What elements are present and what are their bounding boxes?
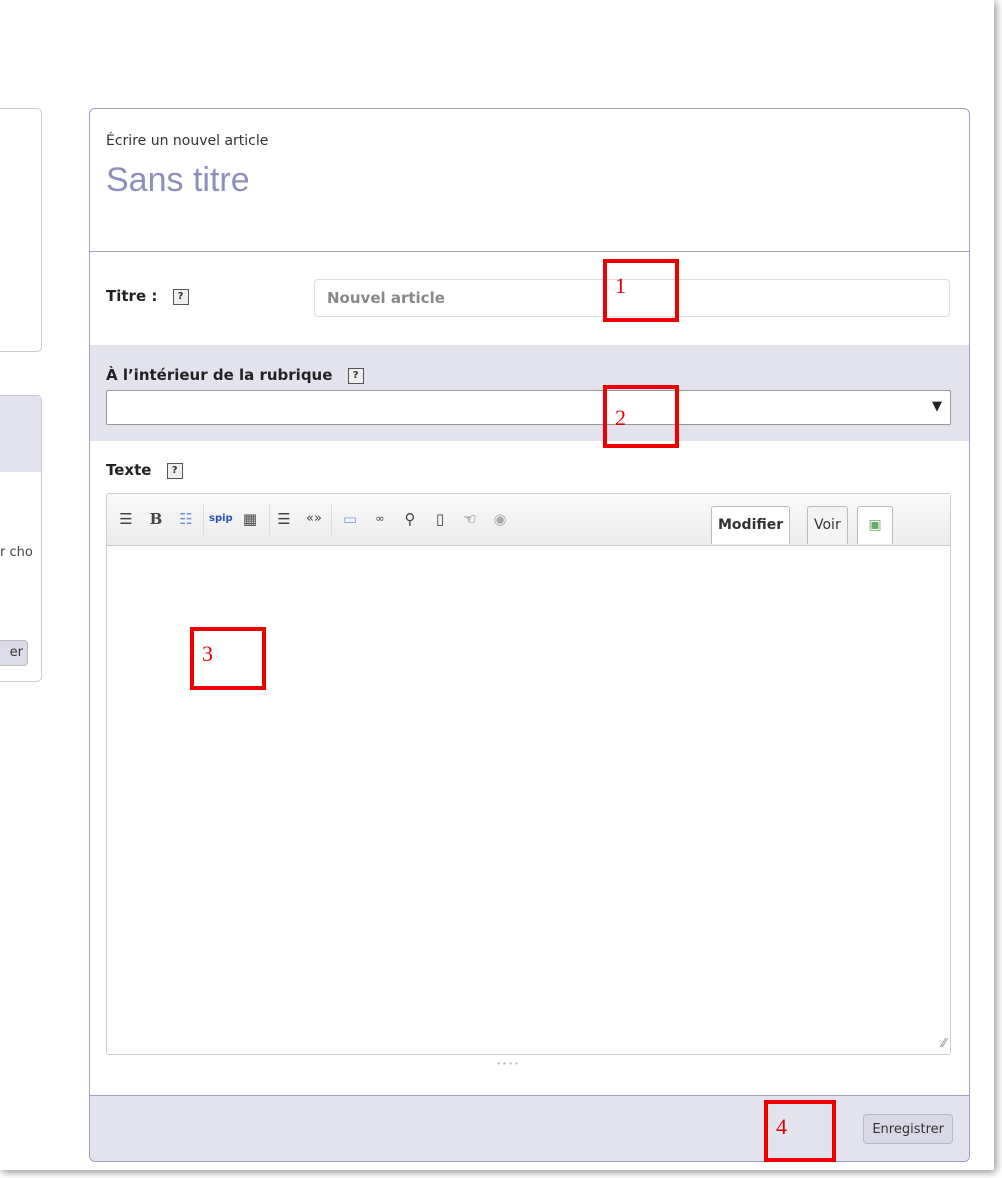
spip-icon[interactable]: spip [209,508,233,530]
left-panel-button[interactable]: er [0,640,28,666]
image-icon[interactable]: ▭ [339,508,361,530]
marker-2: 2 [603,385,679,448]
quote-icon[interactable]: «» [303,508,325,530]
help-icon[interactable]: ? [172,288,189,305]
page: r cho er Écrire un nouvel article Sans t… [0,0,994,1170]
save-button[interactable]: Enregistrer [863,1114,953,1144]
help-icon[interactable]: ? [166,462,183,479]
fullscreen-icon[interactable]: ▣ [857,506,893,544]
dropdown-arrow-icon: ▼ [932,399,942,414]
tab-modifier[interactable]: Modifier [711,506,791,544]
left-panel-top [0,108,42,352]
page-title: Sans titre [106,161,250,199]
marker-3: 3 [190,627,266,690]
indent-icon[interactable]: ☰ [273,508,295,530]
editor-header: Écrire un nouvel article Sans titre [90,109,969,252]
rubrique-select[interactable]: ▼ [106,390,951,425]
hand-icon[interactable]: ☜ [459,508,481,530]
resize-grip-icon[interactable]: ⁄⁄ [942,1036,946,1050]
editor-toolbar: ☰ B ☷ spip ▦ ☰ «» ▭ ∞ ⚲ ▯ ☜ ◉ Modifier V… [107,494,950,546]
eye-icon[interactable]: ◉ [489,508,511,530]
texte-textarea[interactable] [107,546,950,1054]
tab-voir[interactable]: Voir [807,506,848,544]
resize-handle[interactable]: ∙∙∙∙ [496,1059,520,1068]
document-icon[interactable]: ▯ [429,508,451,530]
titre-label: Titre : ? [106,287,189,305]
editor-footer: Enregistrer [90,1095,969,1161]
page-subtitle: Écrire un nouvel article [106,133,269,149]
marker-1: 1 [603,259,679,322]
table-icon[interactable]: ▦ [239,508,261,530]
text-editor: ☰ B ☷ spip ▦ ☰ «» ▭ ∞ ⚲ ▯ ☜ ◉ Modifier V… [106,493,951,1055]
align-center-icon[interactable]: ☰ [115,508,137,530]
glasses-icon[interactable]: ∞ [369,508,391,530]
bold-icon[interactable]: B [145,508,167,530]
person-icon[interactable]: ⚲ [399,508,421,530]
marker-4: 4 [764,1100,836,1162]
list-icon[interactable]: ☷ [175,508,197,530]
rubrique-label: À l’intérieur de la rubrique ? [106,366,364,384]
help-icon[interactable]: ? [347,367,364,384]
left-panel-bottom [0,395,42,682]
texte-label: Texte ? [106,461,183,479]
left-panel-cut-text: r cho [0,545,33,560]
